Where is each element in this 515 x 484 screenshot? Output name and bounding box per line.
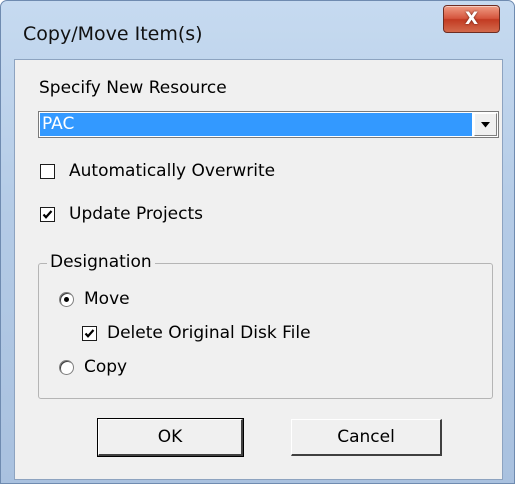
dialog-window: Copy/Move Item(s) X Specify New Resource…	[0, 0, 515, 484]
close-button[interactable]: X	[443, 5, 500, 33]
window-title: Copy/Move Item(s)	[23, 23, 203, 45]
checkmark-icon	[84, 329, 95, 338]
copy-radio[interactable]	[59, 360, 74, 375]
designation-legend: Designation	[47, 252, 155, 272]
update-projects-label[interactable]: Update Projects	[69, 204, 203, 224]
delete-original-checkbox[interactable]	[82, 326, 97, 341]
resource-label: Specify New Resource	[39, 78, 227, 98]
resource-selected-value: PAC	[40, 113, 472, 136]
move-label[interactable]: Move	[84, 289, 130, 309]
move-radio[interactable]	[59, 292, 74, 307]
update-projects-checkbox[interactable]	[40, 207, 55, 222]
dropdown-button[interactable]	[474, 113, 497, 136]
checkmark-icon	[42, 210, 53, 219]
auto-overwrite-checkbox[interactable]	[40, 164, 55, 179]
designation-group: Designation Move Delete Original Disk Fi…	[38, 252, 493, 399]
title-bar[interactable]: Copy/Move Item(s) X	[1, 1, 514, 59]
auto-overwrite-label[interactable]: Automatically Overwrite	[69, 161, 275, 181]
radio-dot	[64, 297, 69, 302]
dialog-body: Specify New Resource PAC Automatically O…	[14, 59, 503, 480]
cancel-button[interactable]: Cancel	[291, 419, 442, 456]
copy-label[interactable]: Copy	[84, 357, 127, 377]
ok-button[interactable]: OK	[97, 418, 244, 457]
close-icon: X	[464, 9, 479, 29]
resource-dropdown[interactable]: PAC	[38, 111, 499, 138]
delete-original-label[interactable]: Delete Original Disk File	[107, 323, 311, 343]
chevron-down-icon	[481, 121, 490, 127]
